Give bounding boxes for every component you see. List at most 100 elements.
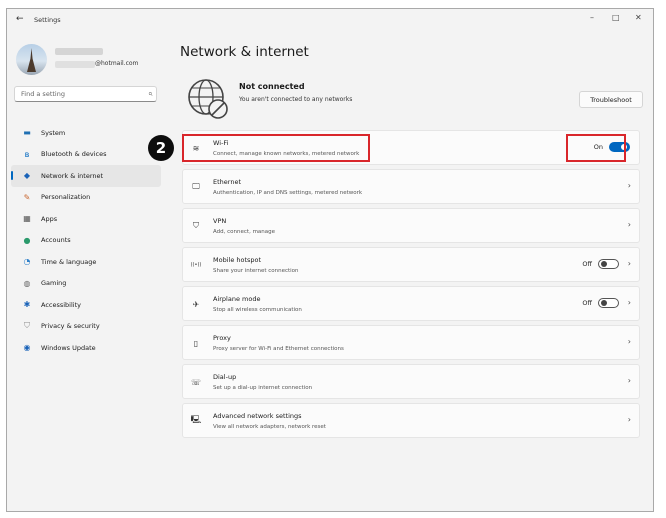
setting-title: VPN: [213, 217, 227, 225]
chevron-right-icon[interactable]: ›: [628, 259, 631, 268]
setting-row-proxy[interactable]: ▯ Proxy Proxy server for Wi-Fi and Etherne…: [182, 325, 640, 360]
sidebar-item-windows-update[interactable]: ◉ Windows Update: [11, 337, 161, 359]
sidebar-item-apps[interactable]: ▦ Apps: [11, 208, 161, 230]
chevron-right-icon[interactable]: ›: [628, 376, 631, 385]
sidebar-item-label: Personalization: [41, 193, 91, 202]
setting-title: Advanced network settings: [213, 412, 302, 420]
accessibility-icon: ✱: [23, 300, 31, 310]
chevron-right-icon[interactable]: ›: [628, 415, 631, 424]
setting-row-mobile-hotspot[interactable]: ((•)) Mobile hotspot Share your internet c…: [182, 247, 640, 282]
setting-row-airplane-mode[interactable]: ✈ Airplane mode Stop all wireless communic…: [182, 286, 640, 321]
setting-description: Stop all wireless communication: [213, 307, 302, 313]
setting-description: Add, connect, manage: [213, 229, 276, 235]
mobile-hotspot-toggle[interactable]: [598, 259, 619, 269]
status-title: Not connected: [239, 82, 305, 91]
maximize-icon[interactable]: □: [612, 13, 620, 22]
minimize-icon[interactable]: –: [590, 13, 594, 22]
setting-row-dial-up[interactable]: ☏ Dial-up Set up a dial-up internet connec…: [182, 364, 640, 399]
ethernet-icon: 🖵: [192, 182, 200, 191]
sidebar-item-label: Privacy & security: [41, 322, 100, 331]
sidebar-item-system[interactable]: ▬ System: [11, 122, 161, 144]
globe-clock-icon: ◔: [23, 257, 31, 267]
airplane-icon: ✈: [192, 299, 200, 309]
sidebar-item-accounts[interactable]: ● Accounts: [11, 230, 161, 252]
proxy-icon: ▯: [193, 338, 199, 348]
setting-row-advanced-network-settings[interactable]: 🖳 Advanced network settings View all netwo…: [182, 403, 640, 438]
toggle-knob: [601, 261, 607, 267]
back-arrow-icon[interactable]: ←: [16, 14, 24, 24]
toggle-knob: [601, 300, 607, 306]
sidebar-item-label: Apps: [41, 214, 58, 223]
apps-icon: ▦: [23, 214, 31, 224]
sidebar-item-gaming[interactable]: ◍ Gaming: [11, 273, 161, 295]
sidebar-nav: ▬ System ʙ Bluetooth & devices ◆ Network & in…: [7, 122, 165, 359]
main-panel: Network & internet Not connected You are…: [177, 31, 653, 511]
sidebar-item-label: Network & internet: [41, 171, 104, 180]
sidebar-item-label: Bluetooth & devices: [41, 150, 107, 159]
chevron-right-icon[interactable]: ›: [628, 337, 631, 346]
setting-description: Share your internet connection: [213, 268, 299, 274]
account-email-suffix: @hotmail.com: [95, 60, 139, 67]
sidebar-item-label: System: [41, 128, 66, 137]
vpn-shield-icon: ⛉: [193, 221, 199, 230]
bluetooth-icon: ʙ: [24, 149, 30, 159]
close-icon[interactable]: ✕: [635, 13, 642, 22]
setting-description: Set up a dial-up internet connection: [213, 385, 313, 391]
airplane-mode-toggle-label: Off: [582, 299, 592, 307]
search-box[interactable]: ⌕: [14, 86, 157, 102]
sidebar-item-privacy-and-security[interactable]: ⛉ Privacy & security: [11, 316, 161, 338]
status-description: You aren't connected to any networks: [239, 96, 353, 103]
page-title: Network & internet: [180, 44, 309, 60]
chevron-right-icon[interactable]: ›: [628, 220, 631, 229]
mobile-hotspot-toggle-label: Off: [582, 260, 592, 268]
settings-window: ← Settings – □ ✕ @hotmail.com ⌕ ▬ System ʙ…: [6, 8, 654, 512]
sidebar-item-label: Gaming: [41, 279, 67, 288]
search-icon[interactable]: ⌕: [148, 89, 152, 99]
avatar[interactable]: [16, 44, 47, 75]
gamepad-icon: ◍: [23, 278, 31, 288]
sidebar-item-label: Accessibility: [41, 300, 81, 309]
dialup-icon: ☏: [190, 377, 201, 387]
account-email-redacted: [55, 61, 95, 68]
update-icon: ◉: [23, 343, 31, 353]
window-title: Settings: [34, 16, 61, 24]
setting-description: View all network adapters, network reset: [213, 424, 326, 430]
sidebar-item-label: Windows Update: [41, 343, 96, 352]
title-bar: ← Settings – □ ✕: [7, 9, 653, 31]
hotspot-icon: ((•)): [190, 262, 202, 268]
sidebar-item-bluetooth-and-devices[interactable]: ʙ Bluetooth & devices: [11, 144, 161, 166]
setting-title: Airplane mode: [213, 295, 261, 303]
wifi-highlight-box: [182, 134, 370, 162]
account-name-redacted: [55, 48, 103, 55]
sidebar-item-accessibility[interactable]: ✱ Accessibility: [11, 294, 161, 316]
monitor-icon: ▬: [23, 128, 31, 138]
sidebar: @hotmail.com ⌕ ▬ System ʙ Bluetooth & devic…: [7, 31, 165, 511]
airplane-mode-toggle[interactable]: [598, 298, 619, 308]
sidebar-item-network-and-internet[interactable]: ◆ Network & internet: [11, 165, 161, 187]
shield-icon: ⛉: [24, 321, 30, 331]
setting-description: Proxy server for Wi-Fi and Ethernet conn…: [213, 346, 344, 352]
setting-title: Proxy: [213, 334, 231, 342]
network-settings-list: ≋ Wi-Fi Connect, manage known networks, me…: [182, 130, 640, 442]
advanced-network-icon: 🖳: [190, 415, 202, 424]
search-input[interactable]: [21, 90, 131, 98]
setting-title: Ethernet: [213, 178, 241, 186]
brush-icon: ✎: [23, 192, 31, 202]
person-icon: ●: [23, 235, 31, 245]
setting-title: Mobile hotspot: [213, 256, 262, 264]
setting-title: Dial-up: [213, 373, 237, 381]
sidebar-item-label: Accounts: [41, 236, 71, 245]
globe-disconnected-icon: [188, 79, 228, 119]
setting-description: Authentication, IP and DNS settings, met…: [213, 190, 363, 196]
setting-row-ethernet[interactable]: 🖵 Ethernet Authentication, IP and DNS sett…: [182, 169, 640, 204]
sidebar-item-time-and-language[interactable]: ◔ Time & language: [11, 251, 161, 273]
wifi-diamond-icon: ◆: [23, 171, 31, 181]
troubleshoot-button[interactable]: Troubleshoot: [579, 91, 643, 108]
chevron-right-icon[interactable]: ›: [628, 181, 631, 190]
sidebar-item-personalization[interactable]: ✎ Personalization: [11, 187, 161, 209]
sidebar-item-label: Time & language: [41, 257, 97, 266]
setting-row-vpn[interactable]: ⛉ VPN Add, connect, manage ›: [182, 208, 640, 243]
step-badge: 2: [148, 135, 174, 161]
eiffel-tower-icon: [27, 48, 36, 72]
chevron-right-icon[interactable]: ›: [628, 298, 631, 307]
